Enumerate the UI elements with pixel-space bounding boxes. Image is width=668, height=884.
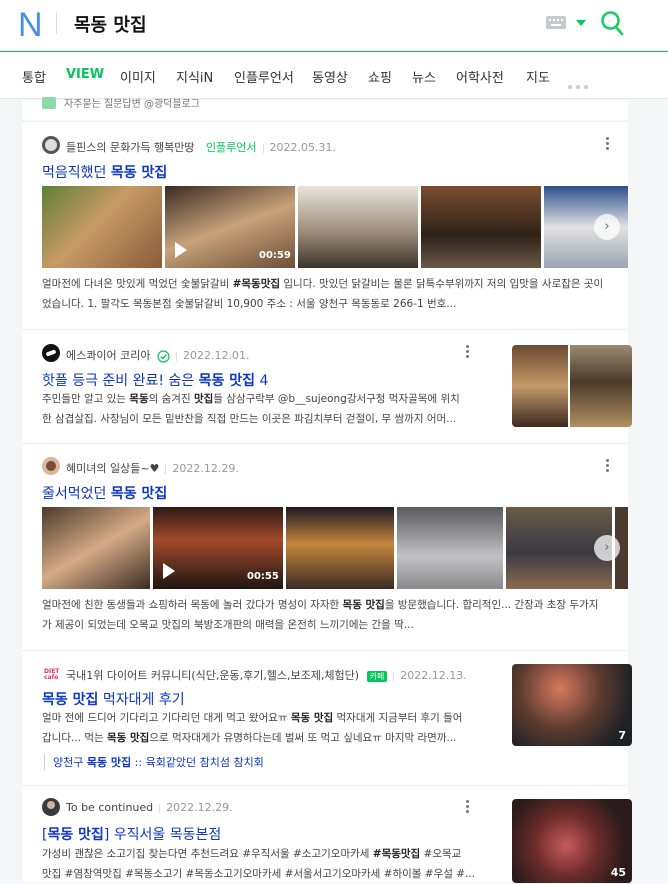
partial-text[interactable]: 자주묻는 질문답변 @광덕블로그 xyxy=(64,95,200,110)
avatar[interactable] xyxy=(42,798,60,816)
image-strip[interactable]: 00:59 › xyxy=(42,186,628,268)
post-date: 2022.12.29. xyxy=(166,801,233,814)
tab-video[interactable]: 동영상 xyxy=(312,67,348,86)
tab-view[interactable]: VIEW xyxy=(66,67,104,82)
image-strip[interactable]: 00:55 › xyxy=(42,507,628,589)
keyboard-icon[interactable] xyxy=(546,16,566,29)
author-name[interactable]: 국내1위 다이어트 커뮤니티(식단,운동,후기,헬스,보조제,체험단) xyxy=(66,669,359,682)
video-thumbnail[interactable]: 00:59 xyxy=(165,186,295,268)
result-thumbnail[interactable]: 45 xyxy=(512,799,632,883)
tab-dictionary[interactable]: 어학사전 xyxy=(456,67,504,86)
image-count: 45 xyxy=(610,866,626,879)
result-title[interactable]: 핫플 등극 준비 완료! 숨은 목동 맛집 4 xyxy=(42,370,268,390)
author-name[interactable]: 에스콰이어 코리아 xyxy=(66,349,150,362)
result-thumbnail[interactable] xyxy=(512,345,632,427)
avatar[interactable] xyxy=(42,457,60,475)
author-line: 에스콰이어 코리아 2022.12.01. xyxy=(66,347,249,363)
result-thumbnail[interactable]: 7 xyxy=(512,664,632,746)
related-post-link[interactable]: 양천구 목동 맛집 :: 육회같았던 참치섬 참치회 xyxy=(44,754,264,770)
header-bar: N 목동 맛집 xyxy=(0,0,668,52)
influencer-badge[interactable]: 인플루언서 xyxy=(206,141,257,154)
photo-thumbnail[interactable] xyxy=(397,507,503,589)
more-options-icon[interactable] xyxy=(606,459,610,473)
tab-kin[interactable]: 지식iN xyxy=(176,67,213,86)
author-name[interactable]: To be continued xyxy=(66,801,153,814)
result-card: 에스콰이어 코리아 2022.12.01. 핫플 등극 준비 완료! 숨은 목동… xyxy=(22,329,632,443)
divider xyxy=(56,12,57,34)
author-line: To be continued 2022.12.29. xyxy=(66,801,233,814)
photo-thumbnail[interactable] xyxy=(286,507,394,589)
post-date: 2022.12.13. xyxy=(400,669,467,682)
cafe-badge: 카페 xyxy=(366,670,388,682)
result-title[interactable]: 먹음직했던 목동 맛집 xyxy=(42,162,167,182)
video-duration: 00:59 xyxy=(259,250,291,261)
post-date: 2022.12.29. xyxy=(172,462,239,475)
result-card: To be continued 2022.12.29. [목동 맛집] 우직서울 … xyxy=(22,785,632,883)
more-tabs-icon[interactable] xyxy=(568,74,592,89)
video-duration: 00:55 xyxy=(247,571,279,582)
result-title[interactable]: 줄서먹었던 목동 맛집 xyxy=(42,483,167,503)
author-name[interactable]: 혜미녀의 일상들~♥ xyxy=(66,462,159,475)
search-tabs: 통합 VIEW 이미지 지식iN 인플루언서 동영상 쇼핑 뉴스 어학사전 지도 xyxy=(0,53,668,99)
next-arrow-icon[interactable]: › xyxy=(594,535,620,561)
post-date: 2022.05.31. xyxy=(269,141,337,154)
tab-shopping[interactable]: 쇼핑 xyxy=(368,67,392,86)
cafe-logo-icon[interactable]: DIET cafe xyxy=(42,665,60,683)
result-description: 가성비 괜찮은 소고기집 찾는다면 추천드려요 #우직서울 #소고기오마카세 #… xyxy=(42,848,476,880)
more-options-icon[interactable] xyxy=(466,800,470,814)
dropdown-caret-icon[interactable] xyxy=(576,20,586,26)
result-title[interactable]: [목동 맛집] 우직서울 목동본점 xyxy=(42,824,221,844)
author-line: 들핀스의 문화가득 행복만땅 인플루언서 2022.05.31. xyxy=(66,139,336,155)
photo-thumbnail[interactable] xyxy=(42,507,150,589)
verified-check-icon xyxy=(157,349,170,363)
photo-thumbnail[interactable] xyxy=(42,186,162,268)
result-description: 얼마전에 다녀온 맛있게 먹었던 숯불닭갈비 #목동맛집 입니다. 맛있던 닭갈… xyxy=(42,278,604,310)
play-icon[interactable] xyxy=(175,242,187,258)
result-description: 얼마 전에 드디어 기다리고 기다리던 대게 먹고 왔어요ㅠ 목동 맛집 먹자대… xyxy=(42,712,463,744)
result-card: 혜미녀의 일상들~♥ 2022.12.29. 줄서먹었던 목동 맛집 00:55 … xyxy=(22,443,628,650)
next-arrow-icon[interactable]: › xyxy=(594,214,620,240)
naver-logo[interactable]: N xyxy=(18,8,43,42)
search-icon[interactable] xyxy=(600,10,624,36)
esquire-logo-icon[interactable] xyxy=(42,344,60,362)
result-description: 주민들만 알고 있는 목동의 숨겨진 맛집들 삼삼구락부 @b__sujeong… xyxy=(42,393,460,425)
image-count: 7 xyxy=(618,729,626,742)
avatar[interactable] xyxy=(42,136,60,154)
result-title[interactable]: 목동 맛집 먹자대게 후기 xyxy=(42,689,185,709)
cafe-badge-icon xyxy=(42,97,56,109)
result-description: 얼마전에 친한 동생들과 쇼핑하러 목동에 놀러 갔다가 명성이 자자한 목동 … xyxy=(42,599,599,631)
tab-image[interactable]: 이미지 xyxy=(120,67,156,86)
result-card: 들핀스의 문화가득 행복만땅 인플루언서 2022.05.31. 먹음직했던 목동… xyxy=(22,121,628,329)
result-card: DIET cafe 국내1위 다이어트 커뮤니티(식단,운동,후기,헬스,보조제,… xyxy=(22,650,632,785)
result-card-partial: 자주묻는 질문답변 @광덕블로그 xyxy=(22,97,628,120)
tab-news[interactable]: 뉴스 xyxy=(412,67,436,86)
author-line: 혜미녀의 일상들~♥ 2022.12.29. xyxy=(66,460,239,476)
photo-thumbnail[interactable] xyxy=(298,186,418,268)
play-icon[interactable] xyxy=(163,563,175,579)
tab-integrated[interactable]: 통합 xyxy=(22,67,46,86)
tab-influencer[interactable]: 인플루언서 xyxy=(234,67,294,86)
photo-thumbnail[interactable] xyxy=(421,186,541,268)
search-query[interactable]: 목동 맛집 xyxy=(74,11,147,37)
post-date: 2022.12.01. xyxy=(182,349,250,362)
author-line: 국내1위 다이어트 커뮤니티(식단,운동,후기,헬스,보조제,체험단) 카페 20… xyxy=(66,667,467,683)
video-thumbnail[interactable]: 00:55 xyxy=(153,507,283,589)
more-options-icon[interactable] xyxy=(466,345,470,359)
tab-map[interactable]: 지도 xyxy=(526,67,550,86)
more-options-icon[interactable] xyxy=(606,137,610,151)
author-name[interactable]: 들핀스의 문화가득 행복만땅 xyxy=(66,141,194,154)
